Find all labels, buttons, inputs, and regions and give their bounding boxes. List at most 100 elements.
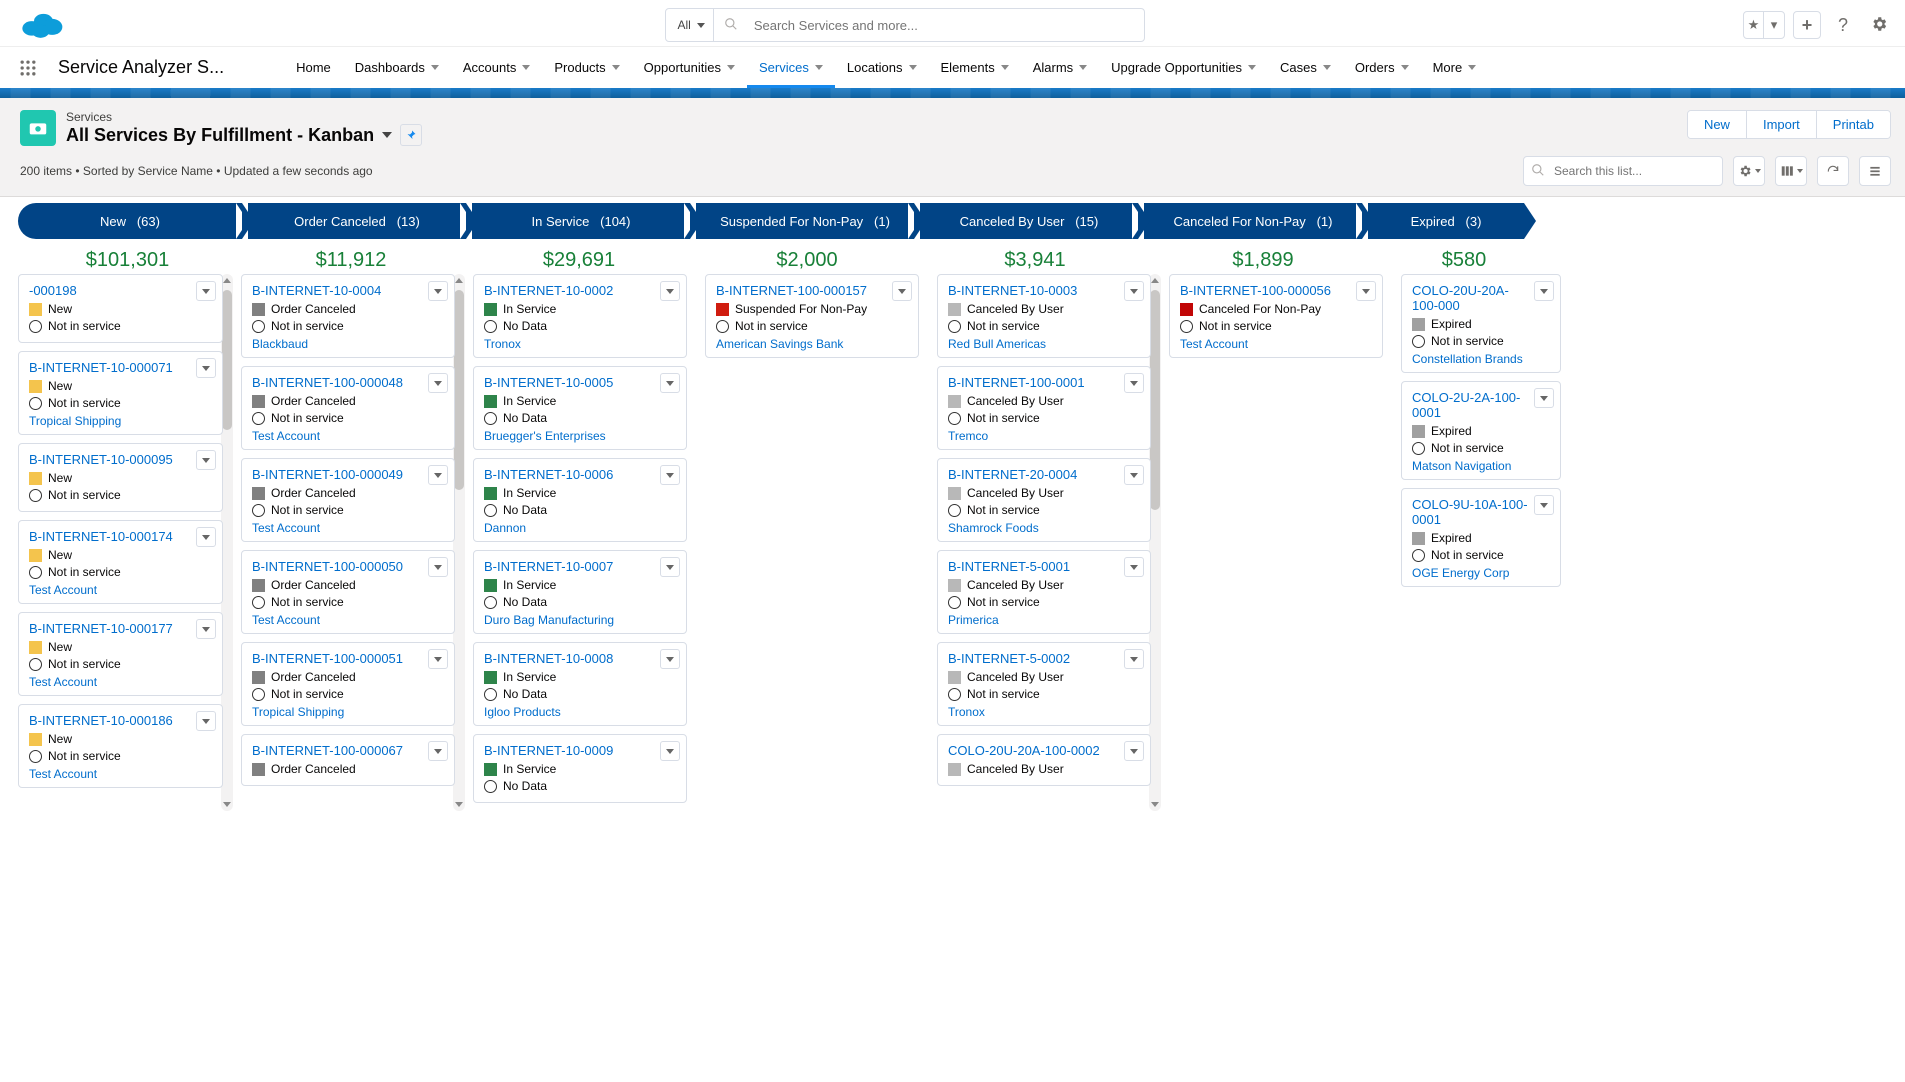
nav-alarms[interactable]: Alarms (1021, 47, 1099, 88)
kanban-card[interactable]: B-INTERNET-100-0001Canceled By UserNot i… (937, 366, 1151, 450)
card-account-link[interactable]: Test Account (252, 521, 320, 535)
card-title-link[interactable]: B-INTERNET-10-000095 (29, 452, 212, 467)
card-menu-button[interactable] (196, 281, 216, 301)
card-title-link[interactable]: B-INTERNET-10-0008 (484, 651, 676, 666)
kanban-card[interactable]: B-INTERNET-10-0005In ServiceNo DataBrueg… (473, 366, 687, 450)
card-title-link[interactable]: B-INTERNET-10-0003 (948, 283, 1140, 298)
search-scope-selector[interactable]: All (666, 9, 714, 41)
nav-cases[interactable]: Cases (1268, 47, 1343, 88)
card-menu-button[interactable] (196, 619, 216, 639)
card-menu-button[interactable] (428, 649, 448, 669)
card-title-link[interactable]: -000198 (29, 283, 212, 298)
stage-canceled-by-user[interactable]: Canceled By User (15) (920, 203, 1138, 239)
card-account-link[interactable]: Bruegger's Enterprises (484, 429, 606, 443)
card-menu-button[interactable] (428, 373, 448, 393)
card-title-link[interactable]: B-INTERNET-100-000051 (252, 651, 444, 666)
stage-expired[interactable]: Expired (3) (1368, 203, 1524, 239)
card-title-link[interactable]: B-INTERNET-100-000157 (716, 283, 908, 298)
global-actions-button[interactable]: + (1793, 11, 1821, 39)
card-title-link[interactable]: COLO-9U-10A-100-0001 (1412, 497, 1550, 527)
kanban-card[interactable]: COLO-20U-20A-100-000ExpiredNot in servic… (1401, 274, 1561, 373)
card-menu-button[interactable] (428, 281, 448, 301)
card-menu-button[interactable] (428, 741, 448, 761)
kanban-card[interactable]: B-INTERNET-10-0004Order CanceledNot in s… (241, 274, 455, 358)
card-menu-button[interactable] (660, 649, 680, 669)
card-account-link[interactable]: Test Account (1180, 337, 1248, 351)
card-account-link[interactable]: Test Account (29, 675, 97, 689)
card-menu-button[interactable] (1124, 465, 1144, 485)
card-title-link[interactable]: B-INTERNET-10-000174 (29, 529, 212, 544)
kanban-card[interactable]: B-INTERNET-5-0002Canceled By UserNot in … (937, 642, 1151, 726)
card-account-link[interactable]: Test Account (29, 767, 97, 781)
kanban-card[interactable]: B-INTERNET-100-000067Order Canceled (241, 734, 455, 786)
stage-in-service[interactable]: In Service (104) (472, 203, 690, 239)
stage-new[interactable]: New (63) (18, 203, 242, 239)
kanban-card[interactable]: B-INTERNET-10-0007In ServiceNo DataDuro … (473, 550, 687, 634)
stage-canceled-for-non-pay[interactable]: Canceled For Non-Pay (1) (1144, 203, 1362, 239)
kanban-card[interactable]: B-INTERNET-10-000177NewNot in serviceTes… (18, 612, 223, 696)
filters-button[interactable] (1859, 156, 1891, 186)
card-account-link[interactable]: Primerica (948, 613, 999, 627)
nav-opportunities[interactable]: Opportunities (632, 47, 747, 88)
card-account-link[interactable]: Shamrock Foods (948, 521, 1039, 535)
list-view-controls-button[interactable] (1733, 156, 1765, 186)
nav-more[interactable]: More (1421, 47, 1489, 88)
pin-list-view-button[interactable] (400, 124, 422, 146)
kanban-card[interactable]: B-INTERNET-10-000095NewNot in service (18, 443, 223, 512)
printable-view-button[interactable]: Printab (1817, 111, 1890, 138)
list-search-input[interactable] (1523, 156, 1723, 186)
kanban-card[interactable]: B-INTERNET-10-0002In ServiceNo DataTrono… (473, 274, 687, 358)
card-account-link[interactable]: Matson Navigation (1412, 459, 1511, 473)
kanban-card[interactable]: B-INTERNET-10-000071NewNot in serviceTro… (18, 351, 223, 435)
kanban-card[interactable]: B-INTERNET-100-000050Order CanceledNot i… (241, 550, 455, 634)
kanban-card[interactable]: B-INTERNET-10-000186NewNot in serviceTes… (18, 704, 223, 788)
card-title-link[interactable]: B-INTERNET-100-0001 (948, 375, 1140, 390)
card-account-link[interactable]: American Savings Bank (716, 337, 843, 351)
card-title-link[interactable]: B-INTERNET-10-0009 (484, 743, 676, 758)
card-menu-button[interactable] (1124, 281, 1144, 301)
card-title-link[interactable]: B-INTERNET-10-0007 (484, 559, 676, 574)
card-account-link[interactable]: Constellation Brands (1412, 352, 1523, 366)
kanban-card[interactable]: COLO-9U-10A-100-0001ExpiredNot in servic… (1401, 488, 1561, 587)
card-menu-button[interactable] (1124, 557, 1144, 577)
kanban-card[interactable]: COLO-20U-20A-100-0002Canceled By User (937, 734, 1151, 786)
stage-order-canceled[interactable]: Order Canceled (13) (248, 203, 466, 239)
card-account-link[interactable]: Test Account (252, 429, 320, 443)
nav-accounts[interactable]: Accounts (451, 47, 542, 88)
kanban-card[interactable]: B-INTERNET-100-000051Order CanceledNot i… (241, 642, 455, 726)
card-account-link[interactable]: Tronox (484, 337, 521, 351)
card-title-link[interactable]: B-INTERNET-20-0004 (948, 467, 1140, 482)
import-button[interactable]: Import (1747, 111, 1817, 138)
card-title-link[interactable]: B-INTERNET-100-000067 (252, 743, 444, 758)
card-menu-button[interactable] (660, 741, 680, 761)
kanban-card[interactable]: B-INTERNET-20-0004Canceled By UserNot in… (937, 458, 1151, 542)
card-account-link[interactable]: Tronox (948, 705, 985, 719)
card-account-link[interactable]: Red Bull Americas (948, 337, 1046, 351)
card-title-link[interactable]: B-INTERNET-10-0002 (484, 283, 676, 298)
card-title-link[interactable]: COLO-20U-20A-100-000 (1412, 283, 1550, 313)
card-title-link[interactable]: B-INTERNET-100-000049 (252, 467, 444, 482)
card-title-link[interactable]: COLO-20U-20A-100-0002 (948, 743, 1140, 758)
card-title-link[interactable]: B-INTERNET-5-0002 (948, 651, 1140, 666)
card-title-link[interactable]: B-INTERNET-10-000186 (29, 713, 212, 728)
card-menu-button[interactable] (892, 281, 912, 301)
card-account-link[interactable]: Tremco (948, 429, 988, 443)
nav-upgrade-opportunities[interactable]: Upgrade Opportunities (1099, 47, 1268, 88)
card-menu-button[interactable] (660, 281, 680, 301)
kanban-card[interactable]: COLO-2U-2A-100-0001ExpiredNot in service… (1401, 381, 1561, 480)
card-menu-button[interactable] (1124, 649, 1144, 669)
kanban-card[interactable]: -000198NewNot in service (18, 274, 223, 343)
kanban-card[interactable]: B-INTERNET-10-000174NewNot in serviceTes… (18, 520, 223, 604)
favorites-button[interactable]: ★▾ (1743, 11, 1785, 39)
card-menu-button[interactable] (428, 465, 448, 485)
setup-button[interactable] (1865, 11, 1893, 39)
chevron-down-icon[interactable] (382, 132, 392, 138)
card-menu-button[interactable] (660, 557, 680, 577)
card-menu-button[interactable] (196, 358, 216, 378)
card-title-link[interactable]: COLO-2U-2A-100-0001 (1412, 390, 1550, 420)
kanban-card[interactable]: B-INTERNET-100-000049Order CanceledNot i… (241, 458, 455, 542)
card-menu-button[interactable] (428, 557, 448, 577)
card-menu-button[interactable] (196, 527, 216, 547)
display-as-button[interactable] (1775, 156, 1807, 186)
card-title-link[interactable]: B-INTERNET-100-000050 (252, 559, 444, 574)
